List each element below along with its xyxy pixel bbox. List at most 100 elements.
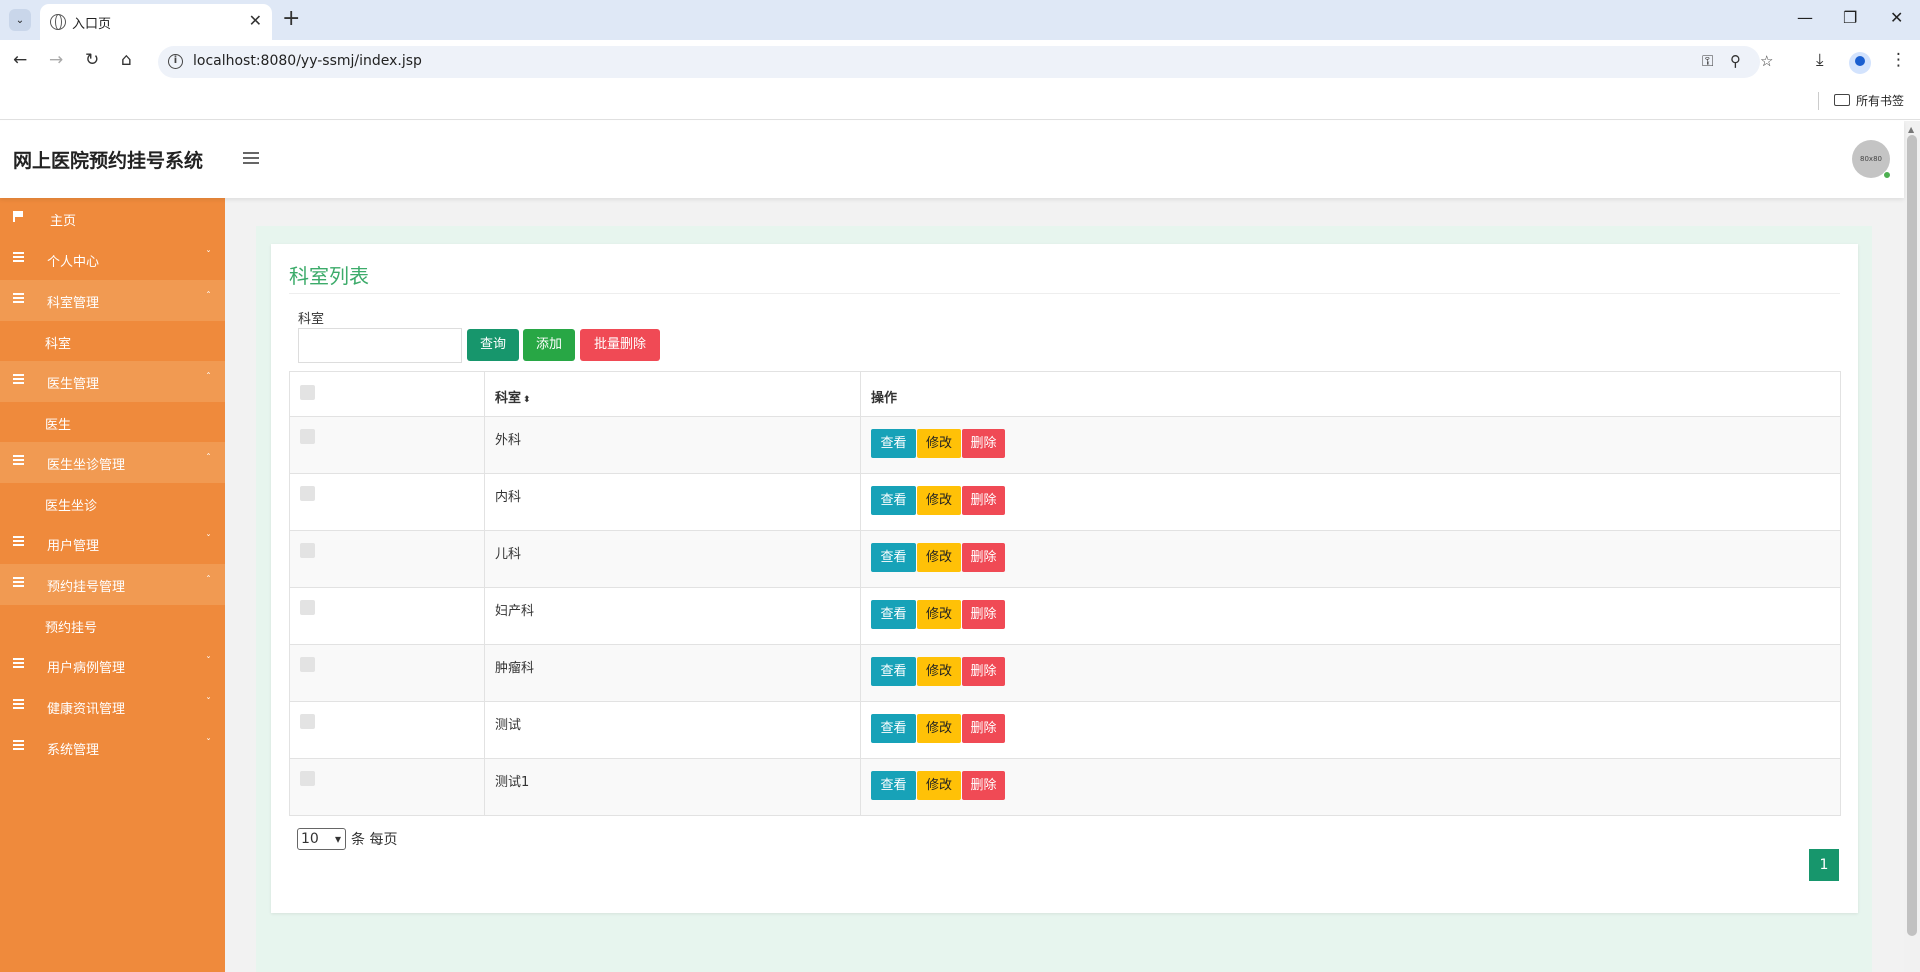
row-checkbox[interactable]	[300, 714, 315, 729]
edit-button[interactable]: 修改	[917, 657, 961, 686]
sidebar-item-label: 个人中心	[47, 255, 100, 270]
sidebar-item-home[interactable]: 主页	[0, 198, 225, 239]
delete-button[interactable]: 删除	[962, 429, 1005, 458]
sidebar-item-appointment-mgmt[interactable]: 预约挂号管理 ˆ	[0, 564, 225, 605]
bookmark-star-icon[interactable]: ☆	[1760, 52, 1773, 70]
sidebar-item-label: 医生管理	[47, 377, 100, 392]
edit-button[interactable]: 修改	[917, 543, 961, 572]
sidebar-item-case-mgmt[interactable]: 用户病例管理 ˇ	[0, 645, 225, 686]
sidebar-subitem-appointment[interactable]: 预约挂号	[0, 605, 225, 645]
select-all-checkbox[interactable]	[300, 385, 315, 400]
department-search-input[interactable]	[298, 328, 462, 363]
query-button[interactable]: 查询	[467, 329, 519, 361]
table-row: 妇产科 查看 修改 删除	[289, 587, 1841, 645]
list-icon	[13, 658, 24, 668]
site-info-icon[interactable]: i	[168, 54, 183, 69]
sidebar-item-schedule-mgmt[interactable]: 医生坐诊管理 ˆ	[0, 442, 225, 483]
row-select-cell	[289, 644, 485, 702]
tab-search-button[interactable]: ⌄	[9, 9, 31, 31]
chevron-down-icon: ⌄	[15, 14, 25, 26]
sidebar-item-system-mgmt[interactable]: 系统管理 ˇ	[0, 727, 225, 768]
delete-button[interactable]: 删除	[962, 600, 1005, 629]
browser-tabbar: ⌄ 入口页 ✕ + — ❐ ✕	[0, 0, 1920, 40]
bulk-delete-button[interactable]: 批量删除	[580, 329, 660, 361]
sidebar-item-user-mgmt[interactable]: 用户管理 ˇ	[0, 523, 225, 564]
download-icon[interactable]: ⤓	[1816, 50, 1824, 70]
department-name-cell: 测试1	[484, 758, 861, 816]
sidebar-item-label: 主页	[50, 214, 77, 229]
forward-icon[interactable]: →	[49, 50, 63, 70]
sidebar-item-department-mgmt[interactable]: 科室管理 ˆ	[0, 280, 225, 321]
password-key-icon[interactable]: ⚿	[1702, 52, 1713, 70]
delete-button[interactable]: 删除	[962, 543, 1005, 572]
view-button[interactable]: 查看	[871, 714, 916, 743]
minimize-icon[interactable]: —	[1797, 8, 1813, 27]
browser-tab[interactable]: 入口页 ✕	[40, 4, 272, 40]
row-checkbox[interactable]	[300, 486, 315, 501]
edit-button[interactable]: 修改	[917, 714, 961, 743]
page-scrollbar[interactable]: ▲	[1904, 121, 1920, 972]
sidebar-subitem-schedule[interactable]: 医生坐诊	[0, 483, 225, 523]
add-button[interactable]: 添加	[523, 329, 575, 361]
list-icon	[13, 536, 24, 546]
sidebar-item-label: 用户管理	[47, 539, 100, 554]
edit-button[interactable]: 修改	[917, 600, 961, 629]
tab-title: 入口页	[72, 17, 112, 32]
column-header-label: 科室	[495, 391, 522, 406]
reload-icon[interactable]: ↻	[85, 50, 99, 70]
edit-button[interactable]: 修改	[917, 429, 961, 458]
delete-button[interactable]: 删除	[962, 771, 1005, 800]
filter-label: 科室	[298, 312, 325, 327]
delete-button[interactable]: 删除	[962, 714, 1005, 743]
home-icon[interactable]: ⌂	[121, 50, 132, 70]
scrollbar-thumb[interactable]	[1907, 135, 1917, 936]
back-icon[interactable]: ←	[13, 50, 27, 70]
department-name: 测试	[495, 718, 522, 733]
edit-button[interactable]: 修改	[917, 771, 961, 800]
restore-icon[interactable]: ❐	[1843, 8, 1857, 27]
sort-icon[interactable]: ⬍	[523, 395, 531, 405]
caret-icon: ˆ	[206, 575, 211, 586]
sidebar-subitem-department[interactable]: 科室	[0, 321, 225, 361]
row-select-cell	[289, 758, 485, 816]
view-button[interactable]: 查看	[871, 543, 916, 572]
department-name-cell: 测试	[484, 701, 861, 759]
all-bookmarks-link[interactable]: 所有书签	[1856, 92, 1904, 109]
page-size-select[interactable]: 10	[297, 828, 346, 850]
edit-button[interactable]: 修改	[917, 486, 961, 515]
delete-button[interactable]: 删除	[962, 486, 1005, 515]
close-tab-icon[interactable]: ✕	[249, 11, 262, 30]
close-window-icon[interactable]: ✕	[1890, 8, 1903, 27]
row-checkbox[interactable]	[300, 600, 315, 615]
profile-icon[interactable]	[1849, 52, 1871, 74]
department-name: 内科	[495, 490, 522, 505]
new-tab-button[interactable]: +	[282, 6, 300, 31]
menu-toggle-icon[interactable]	[243, 152, 259, 164]
row-actions-cell: 查看 修改 删除	[860, 530, 1841, 588]
column-header-department[interactable]: 科室 ⬍	[484, 371, 861, 417]
zoom-icon[interactable]: ⚲	[1730, 52, 1741, 70]
sidebar-item-news-mgmt[interactable]: 健康资讯管理 ˇ	[0, 686, 225, 727]
row-checkbox[interactable]	[300, 657, 315, 672]
list-icon	[13, 699, 24, 709]
delete-button[interactable]: 删除	[962, 657, 1005, 686]
url-input[interactable]: i localhost:8080/yy-ssmj/index.jsp ⚿ ⚲ ☆	[158, 46, 1773, 78]
scroll-up-icon[interactable]: ▲	[1908, 125, 1914, 134]
view-button[interactable]: 查看	[871, 600, 916, 629]
department-name-cell: 儿科	[484, 530, 861, 588]
view-button[interactable]: 查看	[871, 429, 916, 458]
sidebar-subitem-doctor[interactable]: 医生	[0, 402, 225, 442]
folder-icon[interactable]	[1834, 94, 1850, 106]
more-menu-icon[interactable]: ⋮	[1890, 50, 1907, 70]
sidebar-item-personal-center[interactable]: 个人中心 ˇ	[0, 239, 225, 280]
sidebar-item-doctor-mgmt[interactable]: 医生管理 ˆ	[0, 361, 225, 402]
caret-icon: ˆ	[206, 372, 211, 383]
row-checkbox[interactable]	[300, 429, 315, 444]
page-button-current[interactable]: 1	[1809, 849, 1839, 881]
row-checkbox[interactable]	[300, 771, 315, 786]
row-checkbox[interactable]	[300, 543, 315, 558]
view-button[interactable]: 查看	[871, 771, 916, 800]
view-button[interactable]: 查看	[871, 486, 916, 515]
department-list-card: 科室列表 科室 查询 添加 批量删除 科室 ⬍ 操作 外科 查看 修改 删除 内科 查看 修改…	[271, 244, 1858, 913]
view-button[interactable]: 查看	[871, 657, 916, 686]
